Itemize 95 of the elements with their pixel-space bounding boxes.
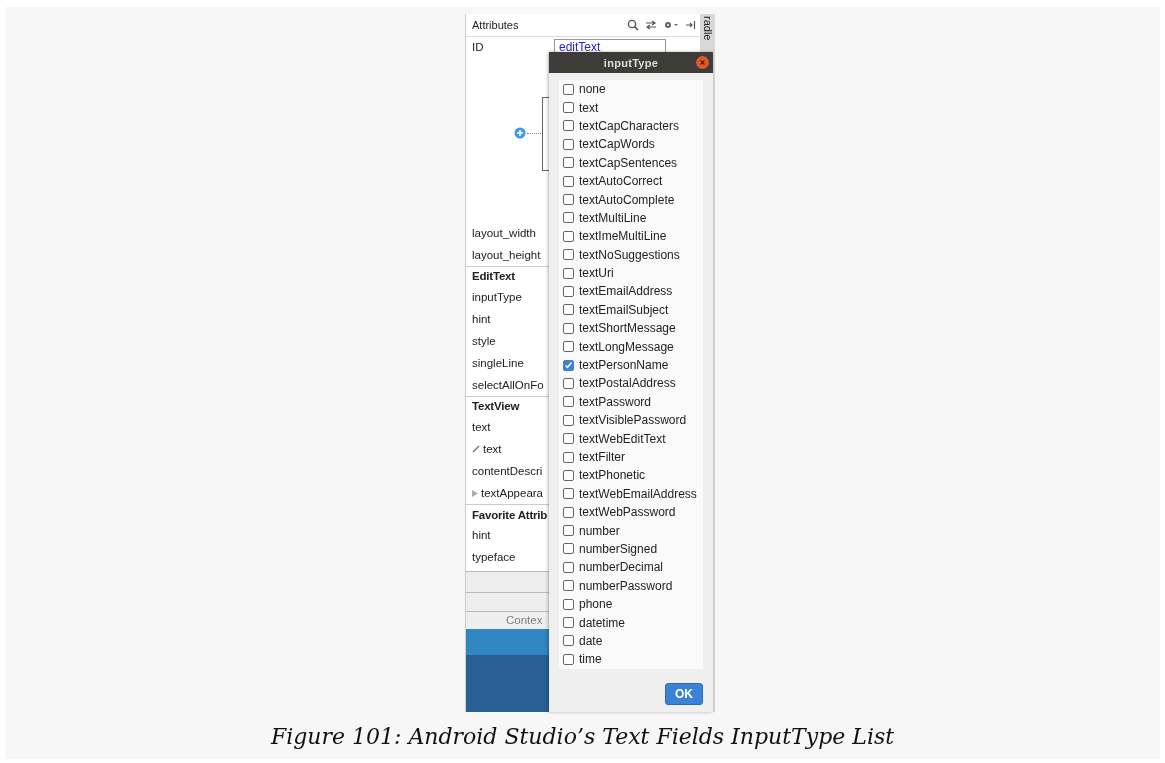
checkbox[interactable] [563,341,574,353]
checkbox[interactable] [563,635,574,647]
checkbox[interactable] [563,653,574,665]
attribute-label: hint [472,529,491,542]
option-label: textWebEditText [579,431,666,446]
option-label: textWebEmailAddress [579,486,697,501]
option-label: textCapWords [579,137,655,152]
dialog-title: inputType [603,56,659,69]
attribute-label: selectAllOnFo [472,379,544,392]
checkbox[interactable] [563,175,574,187]
swap-arrows-icon[interactable] [645,19,657,30]
checkbox[interactable] [563,543,574,555]
option-label: textUri [579,266,614,281]
attribute-label: style [472,334,496,347]
checkbox[interactable] [563,83,574,95]
option-label: none [579,82,606,97]
option-label: textLongMessage [579,339,674,354]
option-label: textPostalAddress [579,376,676,391]
checkbox[interactable] [563,561,574,573]
option-label: textNoSuggestions [579,247,680,262]
checkbox[interactable] [563,598,574,610]
section-heading: EditText [472,270,515,283]
option-label: text [579,100,599,115]
option-label: textFilter [579,450,625,464]
constraint-line [527,133,543,135]
close-icon[interactable] [696,56,709,69]
attribute-label: contentDescri [472,465,543,478]
ok-button[interactable]: OK [665,682,703,705]
option-label: textEmailSubject [579,302,669,317]
search-icon[interactable] [627,18,639,31]
checkbox[interactable] [563,617,574,628]
checkbox[interactable] [563,525,574,537]
checkbox[interactable] [563,377,574,389]
checkbox[interactable] [563,102,574,114]
option-label: phone [579,597,613,612]
context-label: Contex [506,614,543,627]
checkbox[interactable] [563,212,574,224]
option-label: textShortMessage [579,321,676,336]
attribute-label: singleLine [472,356,524,369]
attribute-label: text [472,420,491,433]
attribute-label: inputType [472,290,522,303]
option-label: textAutoComplete [579,192,675,207]
option-label: textCapCharacters [579,118,680,133]
panel-title: Attributes [472,18,519,31]
checkbox[interactable] [563,451,574,463]
section-heading: Favorite Attrib [472,508,548,521]
figure-caption: Figure 101: Android Studio’s Text Fields InputType List [270,724,895,749]
pencil-icon [472,445,480,453]
option-label: textImeMultiLine [579,229,667,244]
checkbox[interactable] [563,580,574,592]
option-label: textPhonetic [579,468,646,483]
option-label: datetime [579,615,626,630]
checkbox[interactable] [563,396,574,408]
section-heading: TextView [472,400,520,413]
attribute-label: hint [472,312,491,325]
checkbox[interactable] [563,138,574,150]
checkbox[interactable] [563,414,574,426]
pin-right-icon[interactable] [685,19,696,30]
option-label: textCapSentences [579,155,678,170]
option-label: date [579,633,603,648]
checkbox[interactable] [563,469,574,481]
checkbox[interactable] [563,359,574,371]
option-label: textWebPassword [579,505,676,520]
option-label: textPassword [579,394,652,409]
checkbox[interactable] [563,488,574,500]
settings-icon[interactable] [663,19,679,30]
gradle-tab[interactable]: radle [701,16,714,44]
checkbox[interactable] [563,433,574,445]
attribute-label: textAppeara [481,487,543,500]
checkbox[interactable] [563,267,574,279]
option-label: time [579,652,602,667]
checkbox[interactable] [563,157,574,169]
checkbox[interactable] [563,230,574,242]
option-label: numberDecimal [579,560,664,575]
option-label: numberSigned [579,541,658,556]
option-label: textPersonName [579,358,669,373]
option-label: textVisiblePassword [579,413,687,428]
checkbox[interactable] [563,506,574,518]
attribute-label: layout_width [472,226,536,239]
option-label: numberPassword [579,578,673,593]
checkbox[interactable] [563,304,574,316]
attribute-label: ID [472,41,484,54]
option-label: number [579,523,620,538]
add-constraint-icon[interactable] [514,127,526,140]
option-label: textMultiLine [579,210,647,225]
checkbox[interactable] [563,322,574,334]
option-label: textAutoCorrect [579,174,663,189]
option-label: textEmailAddress [579,284,673,299]
checkbox[interactable] [563,286,574,297]
attribute-label: typeface [472,551,516,564]
checkbox[interactable] [563,120,574,132]
checkbox[interactable] [563,194,574,206]
attribute-label: layout_height [472,248,541,261]
attribute-label: text [483,443,502,455]
checkbox[interactable] [563,249,574,261]
